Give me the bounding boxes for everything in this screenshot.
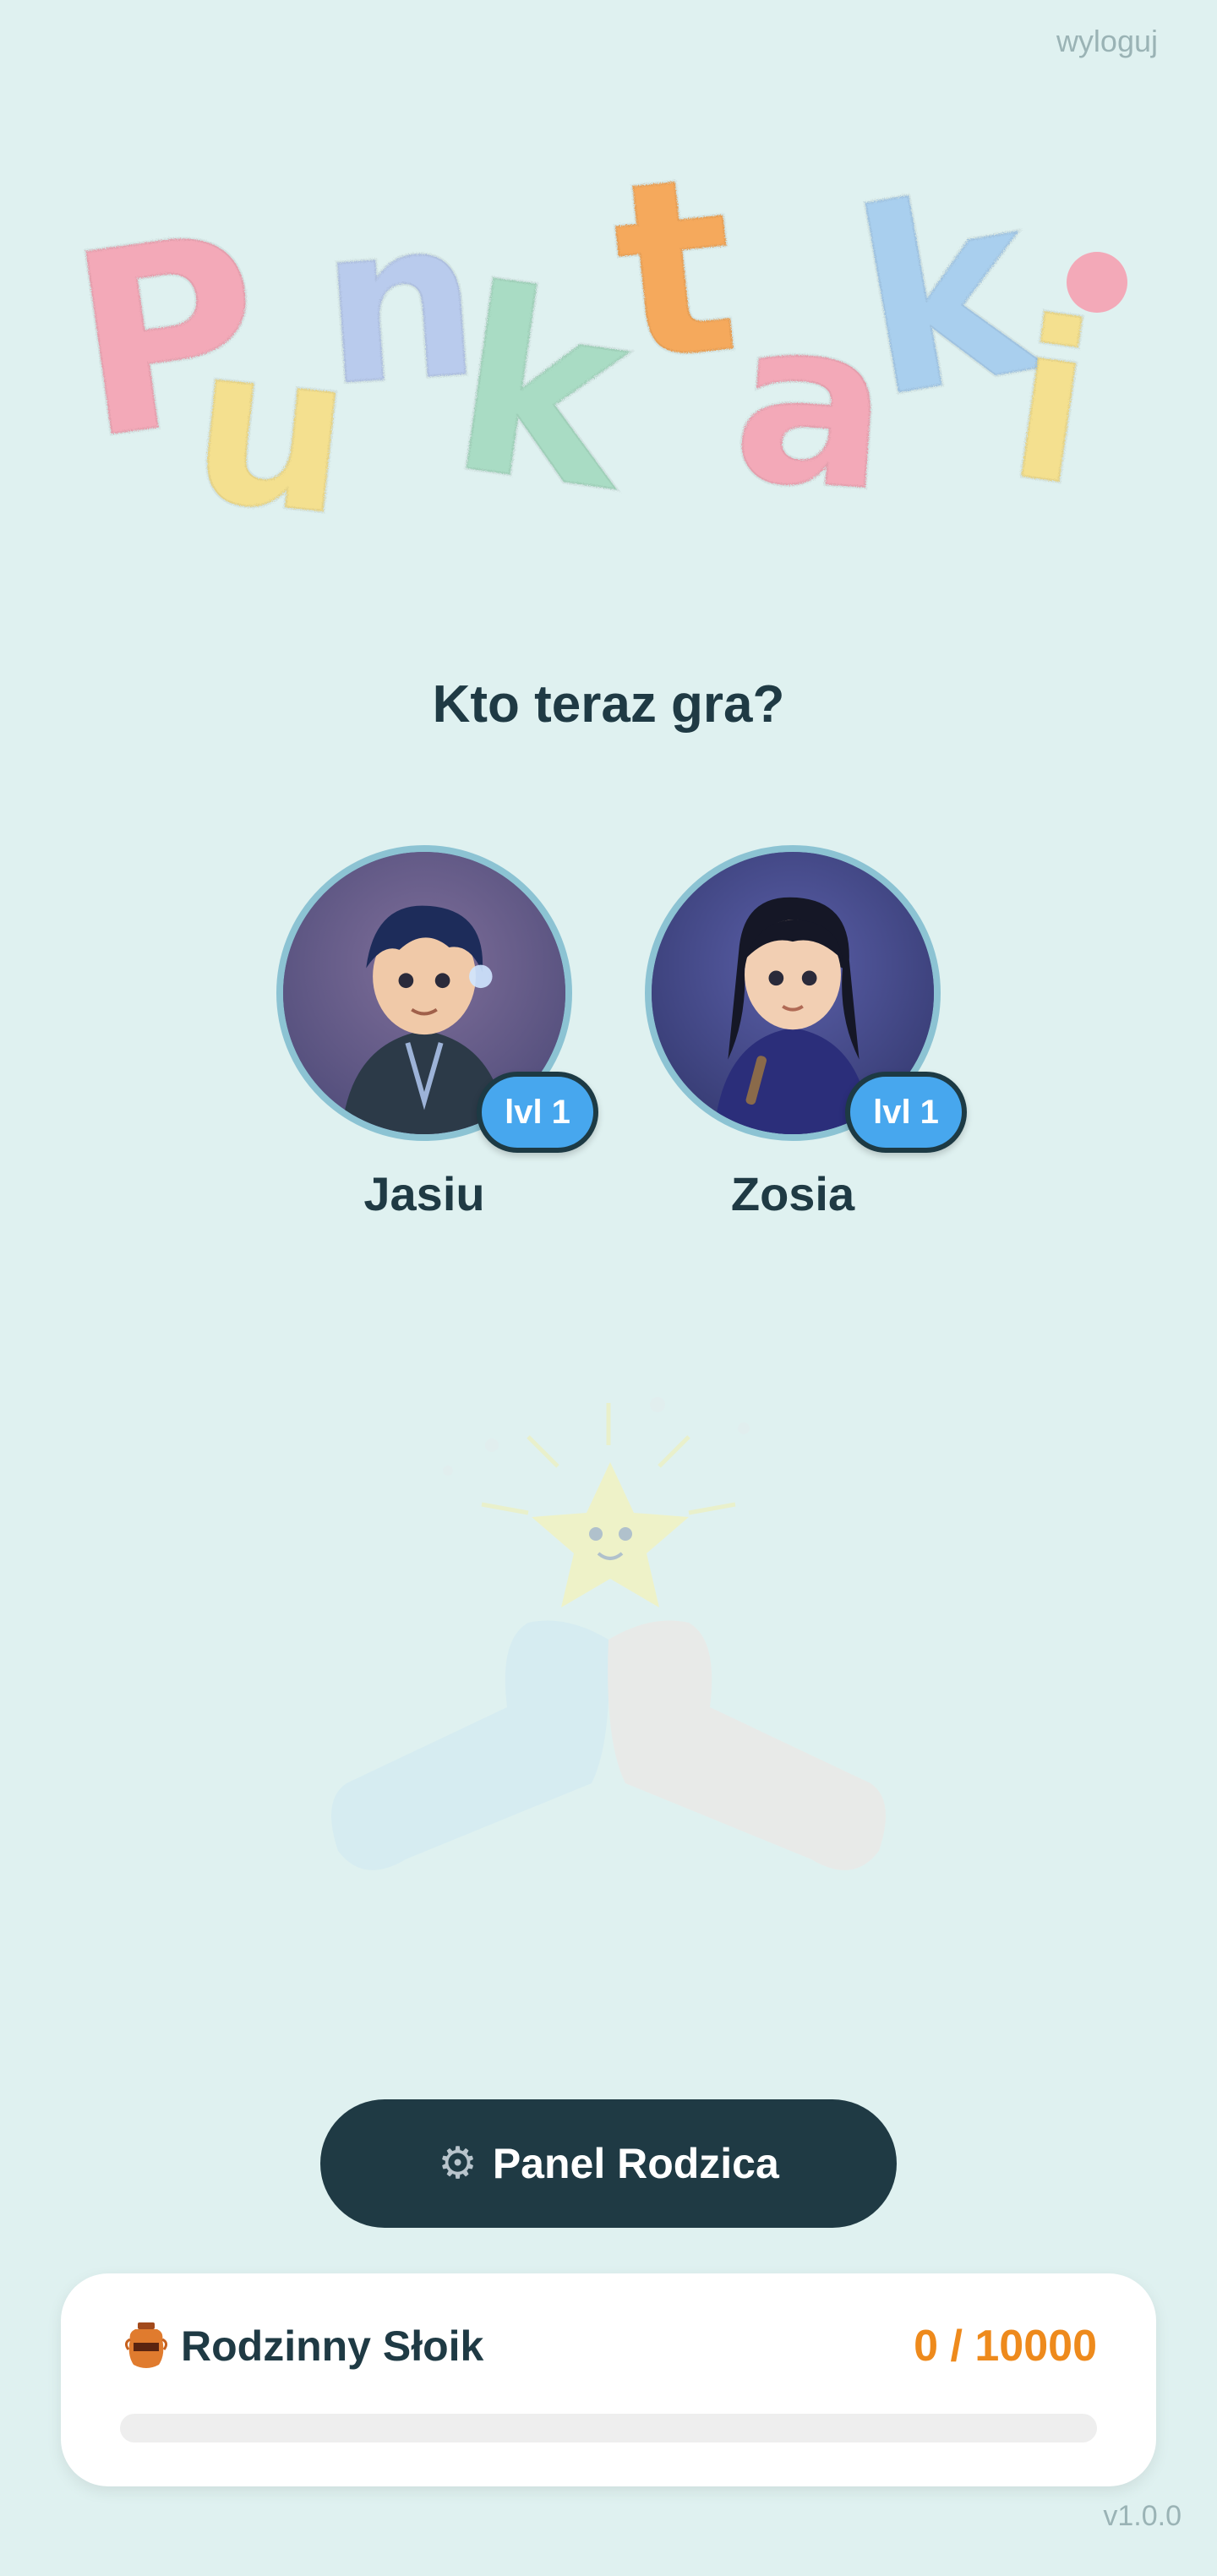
jar-progress-bar xyxy=(120,2414,1097,2442)
parent-panel-button[interactable]: ⚙ Panel Rodzica xyxy=(320,2099,897,2228)
level-badge: lvl 1 xyxy=(477,1072,598,1153)
high-five-star-illustration xyxy=(331,1397,886,1870)
logo-dot xyxy=(1067,252,1127,313)
parent-panel-label: Panel Rodzica xyxy=(492,2140,779,2187)
jar-icon xyxy=(125,2322,167,2368)
who-plays-heading: Kto teraz gra? xyxy=(432,675,785,734)
profile-name: Zosia xyxy=(730,1167,855,1220)
jar-points-count: 0 / 10000 xyxy=(914,2322,1097,2371)
level-badge: lvl 1 xyxy=(845,1072,967,1153)
jar-title-row: Rodzinny Słoik xyxy=(125,2321,483,2371)
profile-card-zosia[interactable]: lvl 1 Zosia xyxy=(641,845,967,1242)
jar-title: Rodzinny Słoik xyxy=(181,2322,484,2370)
logout-link[interactable]: wyloguj xyxy=(1056,24,1158,59)
app-version: v1.0.0 xyxy=(1103,2500,1182,2532)
gear-icon: ⚙ xyxy=(438,2139,478,2188)
profile-name: Jasiu xyxy=(363,1167,485,1220)
app-logo: Punktaki xyxy=(76,127,1127,549)
profile-list: lvl 1 Jasiu lvl 1 Zosia xyxy=(0,845,1217,1242)
profile-card-jasiu[interactable]: lvl 1 Jasiu xyxy=(272,845,598,1242)
family-jar-card: Rodzinny Słoik 0 / 10000 xyxy=(61,2273,1156,2486)
